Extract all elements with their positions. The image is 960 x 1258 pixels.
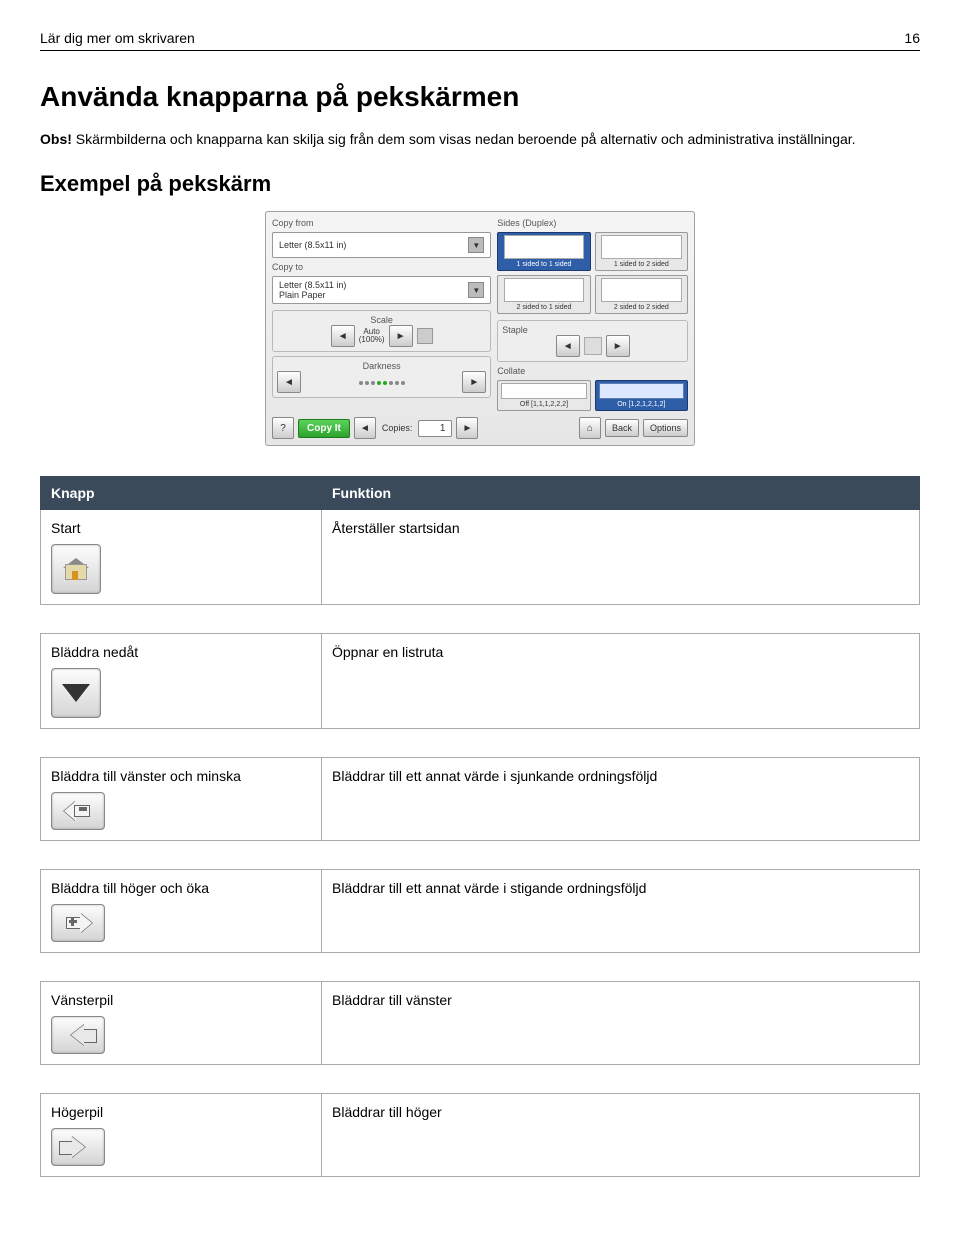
- knapp-down-label: Bläddra nedåt: [51, 644, 311, 660]
- intro-label: Obs!: [40, 131, 72, 147]
- collate-row: Off [1,1,1,2,2,2] On [1,2,1,2,1,2]: [497, 380, 688, 411]
- left-minus-icon-box: [51, 792, 105, 830]
- collate-label: Collate: [497, 366, 688, 376]
- copy-from-label: Copy from: [272, 218, 491, 228]
- function-table-2: Bläddra nedåt Öppnar en listruta: [40, 633, 920, 729]
- intro-text: Skärmbilderna och knapparna kan skilja s…: [72, 131, 856, 147]
- down-icon-box: [51, 668, 101, 718]
- dropdown-icon[interactable]: ▼: [468, 237, 484, 253]
- scale-thumb: [417, 328, 433, 344]
- bottom-bar: ? Copy It ◄ Copies: 1 ► ⌂ Back Options: [272, 417, 688, 439]
- knapp-start-cell: Start: [41, 510, 322, 605]
- copy-from-value: Letter (8.5x11 in): [279, 240, 346, 250]
- collate-off[interactable]: Off [1,1,1,2,2,2]: [497, 380, 590, 411]
- back-button[interactable]: Back: [605, 419, 639, 437]
- scale-right-button[interactable]: ►: [389, 325, 413, 347]
- home-button-small[interactable]: ⌂: [579, 417, 601, 439]
- function-table-4: Bläddra till höger och öka Bläddrar till…: [40, 869, 920, 953]
- intro-paragraph: Obs! Skärmbilderna och knapparna kan ski…: [40, 131, 920, 147]
- copies-right-button[interactable]: ►: [456, 417, 478, 439]
- dropdown-icon[interactable]: ▼: [468, 282, 484, 298]
- function-table-5: Vänsterpil Bläddrar till vänster: [40, 981, 920, 1065]
- funktion-start-cell: Återställer startsidan: [322, 510, 920, 605]
- header-left: Lär dig mer om skrivaren: [40, 30, 195, 46]
- home-icon: [63, 558, 89, 580]
- th-funktion: Funktion: [322, 477, 920, 510]
- darkness-label: Darkness: [277, 361, 486, 371]
- knapp-rightplus-label: Bläddra till höger och öka: [51, 880, 311, 896]
- arrow-left-minus-icon: [63, 801, 93, 821]
- knapp-leftminus-cell: Bläddra till vänster och minska: [41, 758, 322, 841]
- copy-it-button[interactable]: Copy It: [298, 419, 350, 438]
- help-button[interactable]: ?: [272, 417, 294, 439]
- darkness-left-button[interactable]: ◄: [277, 371, 301, 393]
- function-table-1: Knapp Funktion Start Återställer startsi…: [40, 476, 920, 605]
- staple-left-button[interactable]: ◄: [556, 335, 580, 357]
- home-icon-box: [51, 544, 101, 594]
- function-table-3: Bläddra till vänster och minska Bläddrar…: [40, 757, 920, 841]
- right-arrow-icon-box: [51, 1128, 105, 1166]
- copies-value: 1: [418, 420, 452, 437]
- arrow-left-icon: [71, 1024, 85, 1046]
- funktion-right-cell: Bläddrar till höger: [322, 1094, 920, 1177]
- home-icon: ⌂: [587, 423, 593, 434]
- copy-to-value: Letter (8.5x11 in) Plain Paper: [279, 280, 346, 300]
- sides-label: Sides (Duplex): [497, 218, 688, 228]
- copy-from-field[interactable]: Letter (8.5x11 in) ▼: [272, 232, 491, 258]
- arrow-right-icon: [71, 1136, 85, 1158]
- knapp-left-label: Vänsterpil: [51, 992, 311, 1008]
- options-button[interactable]: Options: [643, 419, 688, 437]
- scale-block: Scale ◄ Auto (100%) ►: [272, 310, 491, 352]
- staple-right-button[interactable]: ►: [606, 335, 630, 357]
- funktion-leftminus-cell: Bläddrar till ett annat värde i sjunkand…: [322, 758, 920, 841]
- duplex-2to2[interactable]: 2 sided to 2 sided: [595, 275, 688, 314]
- chevron-down-icon: [62, 684, 90, 702]
- knapp-right-label: Högerpil: [51, 1104, 311, 1120]
- duplex-1to2[interactable]: 1 sided to 2 sided: [595, 232, 688, 271]
- copy-to-label: Copy to: [272, 262, 491, 272]
- knapp-rightplus-cell: Bläddra till höger och öka: [41, 870, 322, 953]
- copies-label: Copies:: [380, 423, 415, 433]
- duplex-row1: 1 sided to 1 sided 1 sided to 2 sided: [497, 232, 688, 271]
- section-heading: Exempel på pekskärm: [40, 171, 920, 197]
- screenshot-wrap: Copy from Letter (8.5x11 in) ▼ Copy to L…: [40, 211, 920, 446]
- darkness-dots: [305, 381, 458, 385]
- copies-left-button[interactable]: ◄: [354, 417, 376, 439]
- page-header: Lär dig mer om skrivaren 16: [40, 30, 920, 51]
- page-title: Använda knapparna på pekskärmen: [40, 81, 920, 113]
- funktion-down-cell: Öppnar en listruta: [322, 634, 920, 729]
- copy-to-field[interactable]: Letter (8.5x11 in) Plain Paper ▼: [272, 276, 491, 304]
- duplex-1to1[interactable]: 1 sided to 1 sided: [497, 232, 590, 271]
- staple-label: Staple: [502, 325, 683, 335]
- collate-on[interactable]: On [1,2,1,2,1,2]: [595, 380, 688, 411]
- scale-label: Scale: [277, 315, 486, 325]
- header-page-number: 16: [904, 30, 920, 46]
- funktion-left-cell: Bläddrar till vänster: [322, 982, 920, 1065]
- function-table-6: Högerpil Bläddrar till höger: [40, 1093, 920, 1177]
- scale-pct: (100%): [359, 336, 385, 344]
- funktion-rightplus-cell: Bläddrar till ett annat värde i stigande…: [322, 870, 920, 953]
- staple-thumb: [584, 337, 602, 355]
- duplex-row2: 2 sided to 1 sided 2 sided to 2 sided: [497, 275, 688, 314]
- duplex-2to1[interactable]: 2 sided to 1 sided: [497, 275, 590, 314]
- th-knapp: Knapp: [41, 477, 322, 510]
- knapp-right-cell: Högerpil: [41, 1094, 322, 1177]
- staple-block: Staple ◄ ►: [497, 320, 688, 362]
- knapp-down-cell: Bläddra nedåt: [41, 634, 322, 729]
- arrow-right-plus-icon: [63, 913, 93, 933]
- touchscreen-screenshot: Copy from Letter (8.5x11 in) ▼ Copy to L…: [265, 211, 695, 446]
- right-plus-icon-box: [51, 904, 105, 942]
- darkness-right-button[interactable]: ►: [462, 371, 486, 393]
- darkness-block: Darkness ◄ ►: [272, 356, 491, 398]
- knapp-leftminus-label: Bläddra till vänster och minska: [51, 768, 311, 784]
- knapp-start-label: Start: [51, 520, 311, 536]
- left-arrow-icon-box: [51, 1016, 105, 1054]
- scale-left-button[interactable]: ◄: [331, 325, 355, 347]
- knapp-left-cell: Vänsterpil: [41, 982, 322, 1065]
